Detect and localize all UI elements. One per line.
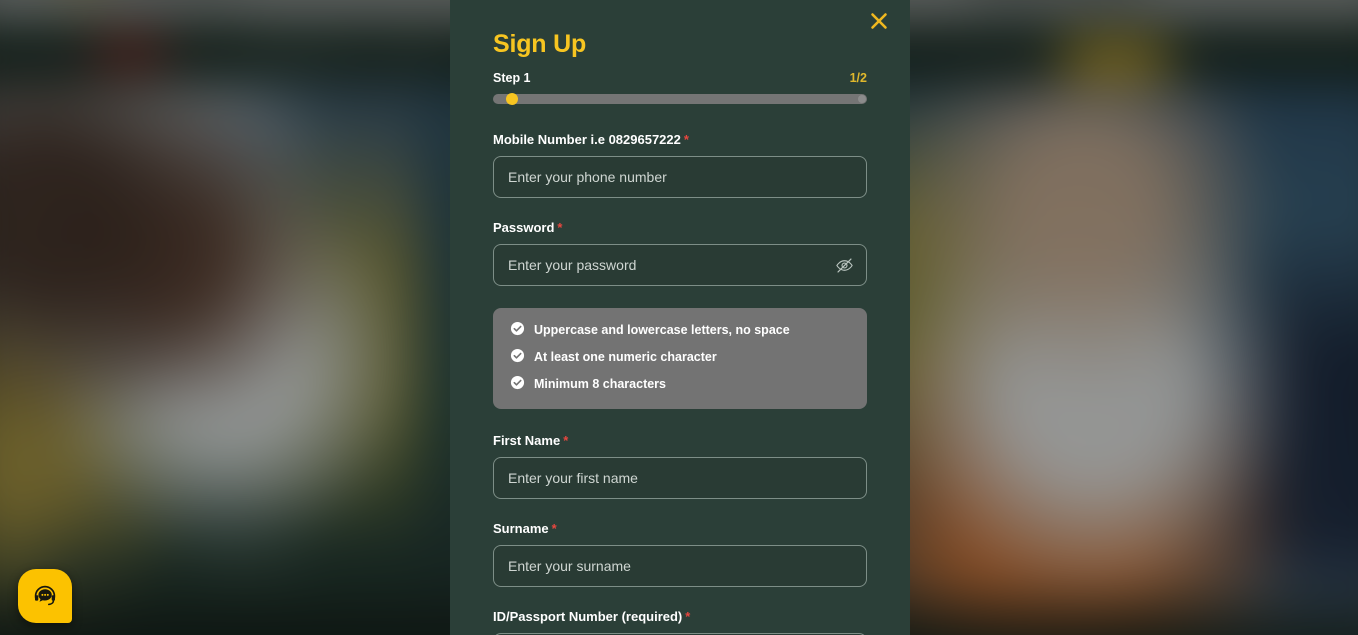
surname-input[interactable] bbox=[493, 545, 867, 587]
first-name-label-text: First Name bbox=[493, 433, 561, 448]
required-asterisk: * bbox=[685, 609, 691, 624]
password-rule-text: Uppercase and lowercase letters, no spac… bbox=[534, 323, 790, 338]
password-label: Password * bbox=[493, 220, 867, 235]
first-name-input-wrap bbox=[493, 457, 867, 499]
field-first-name: First Name * bbox=[493, 433, 867, 499]
progress-end-dot bbox=[858, 95, 866, 103]
id-passport-number-label-text: ID/Passport Number (required) bbox=[493, 609, 683, 624]
progress-knob bbox=[505, 93, 518, 105]
password-rule-text: At least one numeric character bbox=[534, 350, 717, 365]
surname-label-text: Surname bbox=[493, 521, 549, 536]
mobile-number-input-wrap bbox=[493, 156, 867, 198]
password-rule-item: Minimum 8 characters bbox=[510, 375, 850, 395]
id-passport-number-label: ID/Passport Number (required) * bbox=[493, 609, 867, 624]
check-circle-icon bbox=[510, 348, 525, 368]
step-label: Step 1 bbox=[493, 71, 531, 85]
mobile-number-input[interactable] bbox=[493, 156, 867, 198]
mobile-number-label-text: Mobile Number i.e 0829657222 bbox=[493, 132, 681, 147]
password-rule-text: Minimum 8 characters bbox=[534, 377, 666, 392]
required-asterisk: * bbox=[563, 433, 569, 448]
progress-bar bbox=[493, 93, 867, 105]
chat-support-button[interactable] bbox=[18, 569, 72, 623]
signup-modal: Sign Up Step 1 1/2 Mobile Number i.e 082… bbox=[450, 0, 910, 635]
chat-support-icon bbox=[31, 582, 59, 610]
check-circle-icon bbox=[510, 321, 525, 341]
surname-input-wrap bbox=[493, 545, 867, 587]
password-requirements-panel: Uppercase and lowercase letters, no spac… bbox=[493, 308, 867, 409]
first-name-input[interactable] bbox=[493, 457, 867, 499]
field-surname: Surname * bbox=[493, 521, 867, 587]
password-rule-item: At least one numeric character bbox=[510, 348, 850, 368]
password-label-text: Password bbox=[493, 220, 555, 235]
required-asterisk: * bbox=[551, 521, 557, 536]
eye-off-icon bbox=[835, 256, 854, 275]
required-asterisk: * bbox=[557, 220, 563, 235]
step-counter: 1/2 bbox=[849, 71, 867, 85]
field-mobile-number: Mobile Number i.e 0829657222 * bbox=[493, 132, 867, 198]
first-name-label: First Name * bbox=[493, 433, 867, 448]
close-icon bbox=[868, 10, 890, 32]
mobile-number-label: Mobile Number i.e 0829657222 * bbox=[493, 132, 867, 147]
step-indicator: Step 1 1/2 bbox=[493, 71, 867, 85]
password-input-wrap bbox=[493, 244, 867, 286]
password-rule-item: Uppercase and lowercase letters, no spac… bbox=[510, 321, 850, 341]
required-asterisk: * bbox=[683, 132, 689, 147]
field-password: Password * bbox=[493, 220, 867, 286]
surname-label: Surname * bbox=[493, 521, 867, 536]
password-visibility-toggle[interactable] bbox=[833, 254, 855, 276]
close-button[interactable] bbox=[866, 8, 892, 34]
page-title: Sign Up bbox=[493, 30, 587, 58]
field-id-passport-number: ID/Passport Number (required) * bbox=[493, 609, 867, 635]
password-input[interactable] bbox=[493, 244, 867, 286]
check-circle-icon bbox=[510, 375, 525, 395]
